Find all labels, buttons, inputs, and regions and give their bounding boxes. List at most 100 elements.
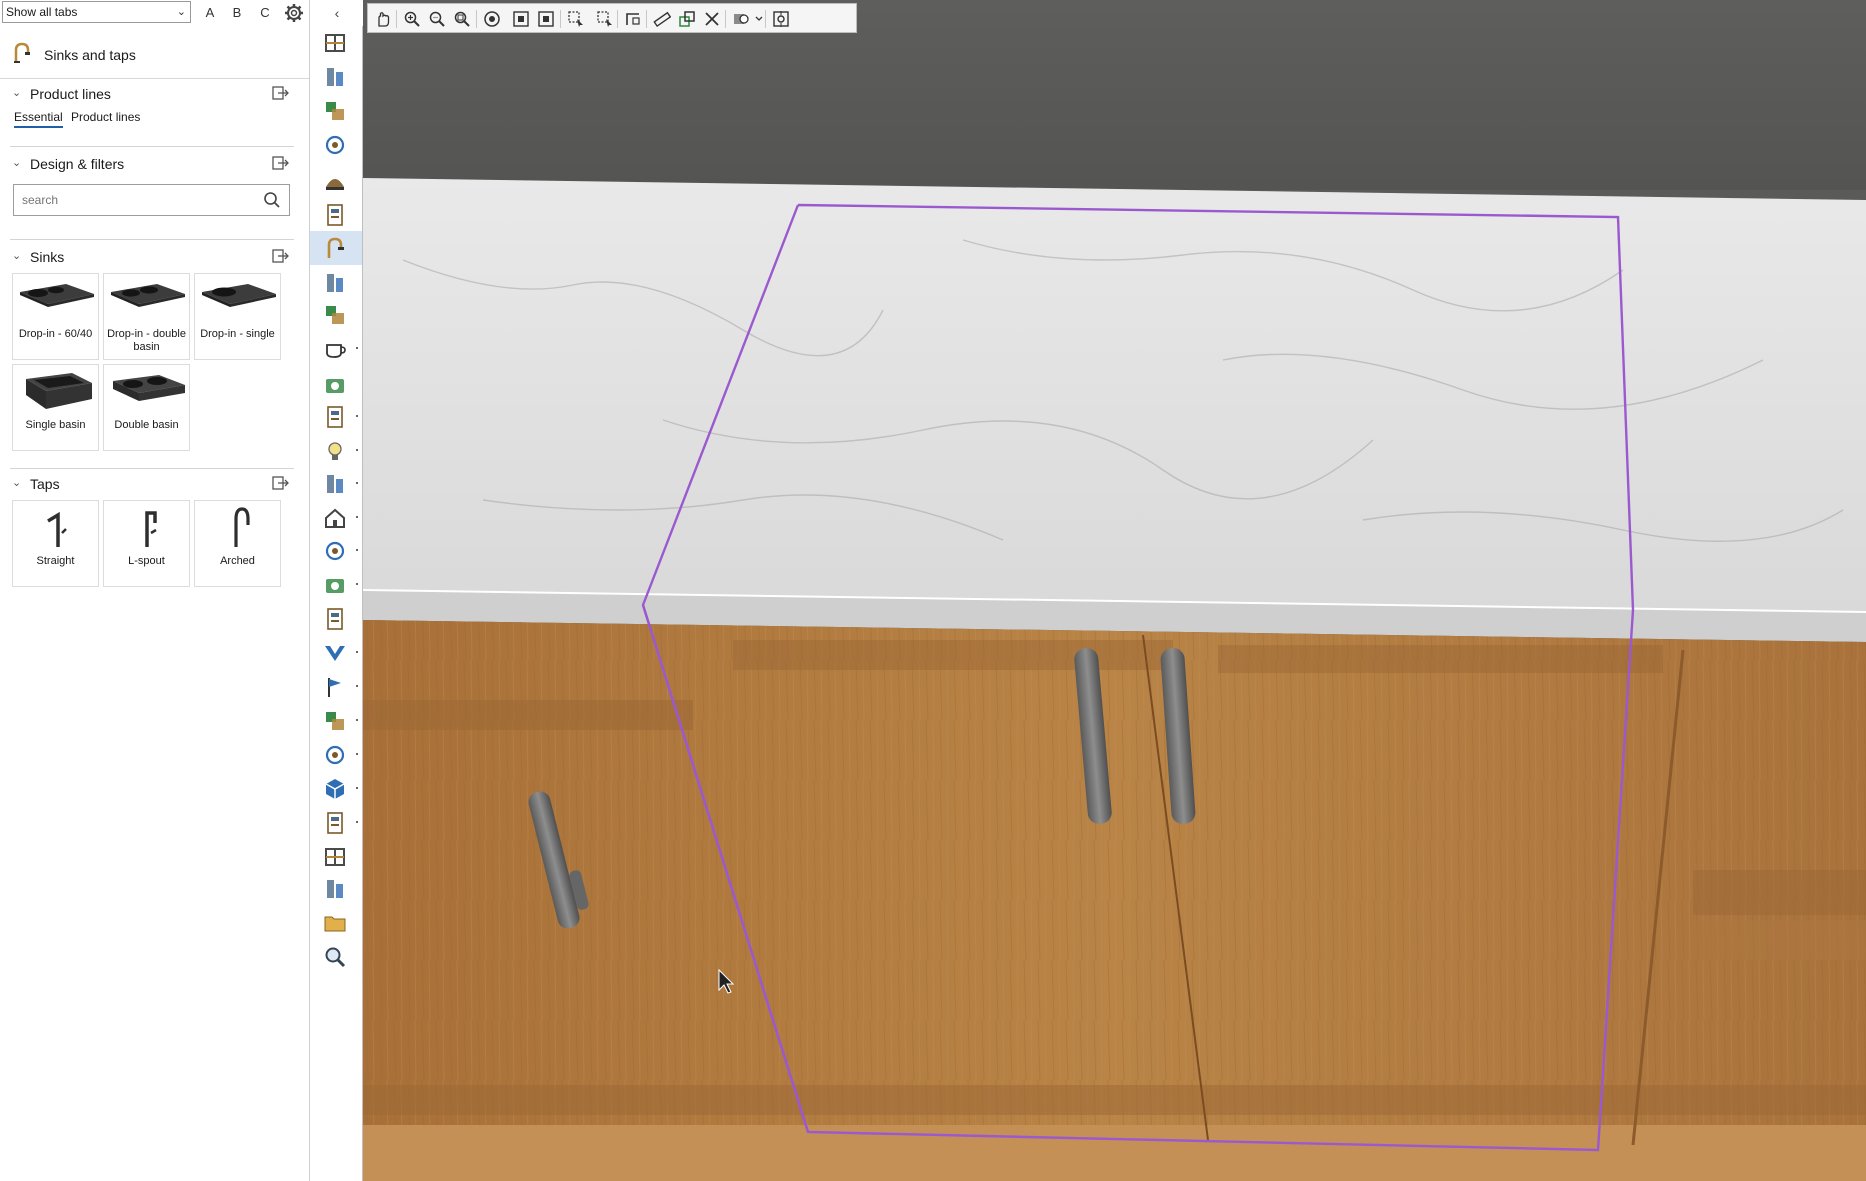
range-hood-icon[interactable]	[310, 164, 362, 198]
caret-down-icon: ⌄	[12, 87, 22, 99]
home-icon[interactable]	[310, 501, 362, 535]
detach-panel-icon[interactable]	[272, 86, 290, 103]
sink-dropin-6040-thumbnail	[13, 278, 98, 326]
view-toolbar	[367, 3, 857, 33]
zoom-icon[interactable]	[310, 940, 362, 974]
category-icon-column	[310, 26, 363, 1181]
tile-label: Straight	[36, 555, 75, 567]
capture-icon[interactable]	[770, 8, 792, 30]
sink-tile-single-basin[interactable]: Single basin	[12, 364, 99, 451]
detach-panel-icon[interactable]	[272, 156, 290, 173]
left-panel: Show all tabs ⌄ A B C Sinks and taps ⌄ P…	[0, 0, 310, 1181]
floor	[363, 1125, 1866, 1181]
tap-tile-arched[interactable]: Arched	[194, 500, 281, 587]
textures-icon[interactable]	[310, 704, 362, 738]
sink-tap-icon	[12, 42, 32, 67]
tab-set-b-button[interactable]: B	[227, 3, 247, 23]
decor-icon[interactable]	[310, 400, 362, 434]
tab-filter-select[interactable]: Show all tabs ⌄	[2, 1, 191, 23]
3d-viewport[interactable]	[363, 0, 1866, 1181]
settings-gear-icon[interactable]	[284, 3, 304, 23]
tab-product-lines[interactable]: Product lines	[71, 110, 140, 124]
sink-tile-dropin-single[interactable]: Drop-in - single	[194, 273, 281, 360]
3d-model-icon[interactable]	[310, 772, 362, 806]
orbit-icon[interactable]	[481, 8, 503, 30]
detach-panel-icon[interactable]	[272, 249, 290, 266]
building-icon[interactable]	[310, 568, 362, 602]
render-icon[interactable]	[310, 806, 362, 840]
cup-icon[interactable]	[310, 332, 362, 366]
top-bar: Show all tabs ⌄ A B C	[0, 0, 309, 26]
sink-tap-icon[interactable]	[310, 231, 362, 265]
detach-panel-icon[interactable]	[272, 476, 290, 493]
wall-cabinets-icon[interactable]	[310, 128, 362, 162]
tap-arched-thumbnail	[195, 505, 280, 553]
product-lines-header[interactable]: ⌄ Product lines	[0, 83, 309, 107]
tile-label: Arched	[220, 555, 255, 567]
fit-selection-icon[interactable]	[510, 8, 532, 30]
tall-cabinets-icon[interactable]	[310, 266, 362, 300]
select-area-icon[interactable]	[565, 8, 587, 30]
measure-ruler-icon[interactable]	[651, 8, 673, 30]
oven-icon[interactable]	[310, 198, 362, 232]
search-icon[interactable]	[263, 191, 281, 212]
kitchen-scene[interactable]	[363, 0, 1866, 1181]
folder-icon[interactable]	[310, 906, 362, 940]
sink-dropin-single-thumbnail	[195, 278, 280, 326]
zoom-in-icon[interactable]	[401, 8, 423, 30]
caret-down-icon: ⌄	[12, 250, 22, 262]
tap-l-spout-thumbnail	[104, 505, 189, 553]
lamp-icon[interactable]	[310, 534, 362, 568]
worktop[interactable]	[363, 178, 1866, 612]
tab-set-c-button[interactable]: C	[255, 3, 275, 23]
view-mode-icon[interactable]	[730, 8, 752, 30]
divider	[10, 468, 294, 469]
category-header: Sinks and taps	[0, 30, 309, 79]
utensils-icon[interactable]	[310, 60, 362, 94]
section-title: Product lines	[30, 86, 111, 102]
brand-logo-icon[interactable]	[310, 636, 362, 670]
snap-icon[interactable]	[676, 8, 698, 30]
frame-icon[interactable]	[535, 8, 557, 30]
camera-icon[interactable]	[310, 738, 362, 772]
tap-tile-l-spout[interactable]: L-spout	[103, 500, 190, 587]
pdf-catalog-icon[interactable]	[310, 602, 362, 636]
sink-single-basin-thumbnail	[13, 369, 98, 417]
sinks-header[interactable]: ⌄ Sinks	[0, 246, 309, 270]
view-mode-dropdown-icon[interactable]	[752, 8, 764, 30]
flag-icon[interactable]	[310, 670, 362, 704]
sink-tile-double-basin[interactable]: Double basin	[103, 364, 190, 451]
section-title: Taps	[30, 476, 60, 492]
appliances-icon[interactable]	[310, 298, 362, 332]
pdf-report-icon[interactable]	[310, 872, 362, 906]
design-filters-header[interactable]: ⌄ Design & filters	[0, 153, 309, 177]
tap-tile-straight[interactable]: Straight	[12, 500, 99, 587]
floor-plan-icon[interactable]	[310, 94, 362, 128]
laptop-icon[interactable]	[310, 840, 362, 874]
collapse-panel-icon[interactable]: ‹	[330, 3, 344, 23]
tab-set-a-button[interactable]: A	[200, 3, 220, 23]
taps-header[interactable]: ⌄ Taps	[0, 473, 309, 497]
chevron-down-icon: ⌄	[176, 6, 186, 18]
search-input[interactable]	[20, 192, 254, 208]
pan-hand-icon[interactable]	[372, 8, 394, 30]
tile-label: Drop-in - single	[200, 328, 275, 340]
sink-tile-dropin-6040[interactable]: Drop-in - 60/40	[12, 273, 99, 360]
lighting-icon[interactable]	[310, 434, 362, 468]
sink-dropin-double-thumbnail	[104, 278, 189, 326]
zoom-out-icon[interactable]	[426, 8, 448, 30]
delete-measure-icon[interactable]	[701, 8, 723, 30]
search-field[interactable]	[13, 184, 290, 216]
dimension-icon[interactable]	[622, 8, 644, 30]
tap-straight-thumbnail	[13, 505, 98, 553]
tile-label: Single basin	[25, 419, 86, 431]
select-detail-icon[interactable]	[594, 8, 616, 30]
tab-essential[interactable]: Essential	[14, 110, 63, 128]
cooktop-icon[interactable]	[310, 26, 362, 60]
divider	[10, 239, 294, 240]
tile-label: Double basin	[114, 419, 179, 431]
plants-icon[interactable]	[310, 467, 362, 501]
panels-icon[interactable]	[310, 368, 362, 402]
zoom-fit-icon[interactable]	[451, 8, 473, 30]
sink-tile-dropin-double[interactable]: Drop-in - double basin	[103, 273, 190, 360]
